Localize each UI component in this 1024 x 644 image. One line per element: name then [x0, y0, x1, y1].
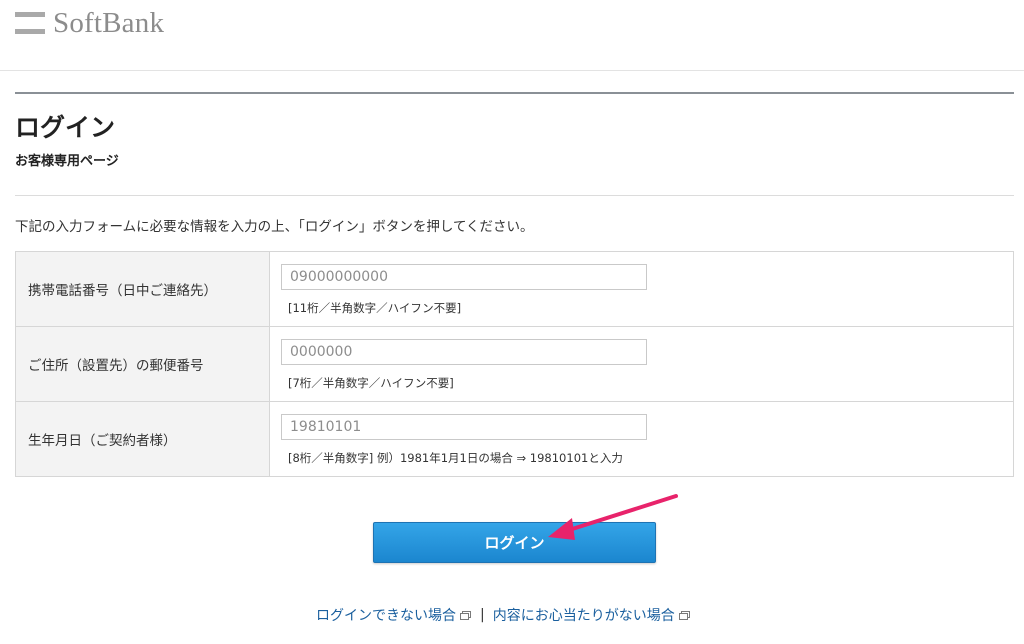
phone-field-cell: [11桁／半角数字／ハイフン不要] [269, 251, 1014, 327]
softbank-logo[interactable]: SoftBank [15, 8, 164, 38]
page-subtitle: お客様専用ページ [15, 154, 119, 169]
phone-hint: [11桁／半角数字／ハイフン不要] [288, 301, 462, 315]
title-divider [15, 92, 1014, 94]
phone-input[interactable] [281, 264, 647, 290]
form-row-postal: ご住所（設置先）の郵便番号 [7桁／半角数字／ハイフン不要] [15, 326, 1014, 402]
not-recognized-link[interactable]: 内容にお心当たりがない場合 [492, 605, 690, 625]
login-button[interactable]: ログイン [373, 522, 656, 563]
postal-field-cell: [7桁／半角数字／ハイフン不要] [269, 326, 1014, 402]
postal-code-input[interactable] [281, 339, 647, 365]
logo-text: SoftBank [53, 7, 165, 39]
birthdate-label: 生年月日（ご契約者様） [15, 401, 270, 477]
cannot-login-link-label: ログインできない場合 [316, 608, 456, 624]
external-window-icon [678, 610, 690, 620]
login-form-table: 携帯電話番号（日中ご連絡先） [11桁／半角数字／ハイフン不要] ご住所（設置先… [15, 251, 1014, 477]
phone-label: 携帯電話番号（日中ご連絡先） [15, 251, 270, 327]
cannot-login-link[interactable]: ログインできない場合 [316, 605, 471, 625]
external-window-icon [460, 610, 471, 620]
birthdate-hint: [8桁／半角数字] 例）1981年1月1日の場合 ⇒ 19810101と入力 [288, 451, 623, 465]
birthdate-field-cell: [8桁／半角数字] 例）1981年1月1日の場合 ⇒ 19810101と入力 [269, 401, 1014, 477]
postal-code-label: ご住所（設置先）の郵便番号 [15, 326, 270, 402]
form-row-birthdate: 生年月日（ご契約者様） [8桁／半角数字] 例）1981年1月1日の場合 ⇒ 1… [15, 401, 1014, 477]
birthdate-input[interactable] [281, 414, 647, 440]
site-header: SoftBank [0, 0, 1024, 71]
logo-bars-icon [15, 12, 45, 34]
not-recognized-link-label: 内容にお心当たりがない場合 [492, 608, 675, 624]
postal-code-hint: [7桁／半角数字／ハイフン不要] [288, 376, 454, 390]
instruction-text: 下記の入力フォームに必要な情報を入力の上、「ログイン」ボタンを押してください。 [15, 219, 534, 235]
link-separator: | [480, 607, 485, 623]
subtitle-divider [15, 195, 1014, 196]
page-title: ログイン [15, 113, 116, 142]
form-row-phone: 携帯電話番号（日中ご連絡先） [11桁／半角数字／ハイフン不要] [15, 251, 1014, 327]
footer-links: ログインできない場合 | 内容にお心当たりがない場合 [316, 605, 690, 625]
